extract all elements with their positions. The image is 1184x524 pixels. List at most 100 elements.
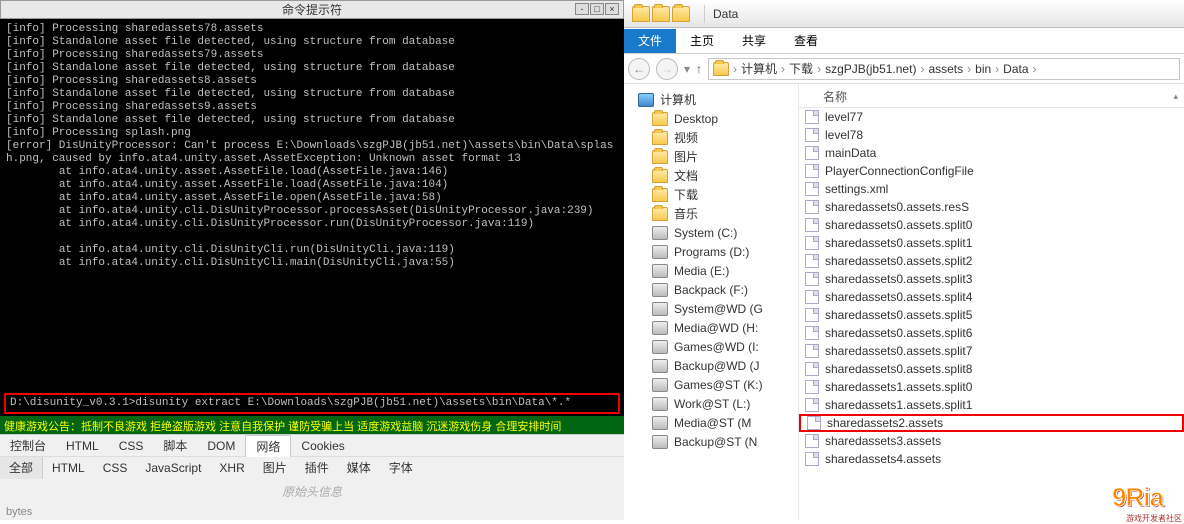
devtools-filter[interactable]: 插件 bbox=[296, 457, 338, 479]
devtools-tab[interactable]: CSS bbox=[109, 435, 154, 457]
sidebar-item[interactable]: 图片 bbox=[624, 147, 798, 166]
file-row[interactable]: sharedassets3.assets bbox=[799, 432, 1184, 450]
ribbon-share[interactable]: 共享 bbox=[728, 29, 780, 53]
file-row[interactable]: sharedassets0.assets.split1 bbox=[799, 234, 1184, 252]
file-icon bbox=[805, 110, 819, 124]
computer-icon bbox=[638, 93, 654, 107]
devtools-tab[interactable]: HTML bbox=[56, 435, 109, 457]
sidebar-item[interactable]: 文档 bbox=[624, 166, 798, 185]
file-row[interactable]: sharedassets0.assets.resS bbox=[799, 198, 1184, 216]
file-row[interactable]: mainData bbox=[799, 144, 1184, 162]
devtools-tab[interactable]: 网络 bbox=[245, 435, 291, 457]
ribbon-home[interactable]: 主页 bbox=[676, 29, 728, 53]
chevron-right-icon: › bbox=[967, 62, 971, 76]
sidebar-item[interactable]: System@WD (G bbox=[624, 299, 798, 318]
file-name: sharedassets0.assets.split3 bbox=[825, 272, 972, 286]
file-name: mainData bbox=[825, 146, 876, 160]
file-row[interactable]: settings.xml bbox=[799, 180, 1184, 198]
folder-icon bbox=[632, 6, 650, 22]
sidebar-item[interactable]: Programs (D:) bbox=[624, 242, 798, 261]
file-row[interactable]: level77 bbox=[799, 108, 1184, 126]
devtools-filter[interactable]: 字体 bbox=[380, 457, 422, 479]
devtools-filter[interactable]: 图片 bbox=[254, 457, 296, 479]
breadcrumb-item[interactable]: szgPJB(jb51.net) bbox=[825, 62, 916, 76]
chevron-right-icon: › bbox=[781, 62, 785, 76]
devtools-filter[interactable]: JavaScript bbox=[136, 457, 210, 479]
sidebar-item-label: Media (E:) bbox=[674, 264, 729, 278]
file-name: sharedassets0.assets.split2 bbox=[825, 254, 972, 268]
watermark-logo: 9Ria 游戏开发者社区 bbox=[1112, 482, 1182, 518]
sidebar-item-computer[interactable]: 计算机 bbox=[624, 90, 798, 109]
disk-icon bbox=[652, 226, 668, 240]
file-name: PlayerConnectionConfigFile bbox=[825, 164, 974, 178]
sidebar-item[interactable]: 下载 bbox=[624, 185, 798, 204]
devtools-tab[interactable]: 控制台 bbox=[0, 435, 56, 457]
breadcrumb-item[interactable]: assets bbox=[928, 62, 963, 76]
sidebar-item[interactable]: Media (E:) bbox=[624, 261, 798, 280]
file-row[interactable]: sharedassets0.assets.split7 bbox=[799, 342, 1184, 360]
file-row[interactable]: sharedassets2.assets bbox=[799, 414, 1184, 432]
file-row[interactable]: sharedassets1.assets.split1 bbox=[799, 396, 1184, 414]
maximize-button[interactable]: □ bbox=[590, 3, 604, 15]
chevron-right-icon: › bbox=[733, 62, 737, 76]
file-row[interactable]: sharedassets0.assets.split3 bbox=[799, 270, 1184, 288]
disk-icon bbox=[652, 435, 668, 449]
explorer-titlebar[interactable]: Data bbox=[624, 0, 1184, 28]
terminal-titlebar[interactable]: 命令提示符 - □ × bbox=[0, 0, 624, 19]
file-row[interactable]: sharedassets0.assets.split0 bbox=[799, 216, 1184, 234]
file-row[interactable]: sharedassets0.assets.split4 bbox=[799, 288, 1184, 306]
file-row[interactable]: sharedassets0.assets.split8 bbox=[799, 360, 1184, 378]
sidebar-item[interactable]: Work@ST (L:) bbox=[624, 394, 798, 413]
devtools-filter[interactable]: CSS bbox=[94, 457, 137, 479]
nav-back-button[interactable]: ← bbox=[628, 58, 650, 80]
ribbon-file[interactable]: 文件 bbox=[624, 29, 676, 53]
file-row[interactable]: sharedassets0.assets.split2 bbox=[799, 252, 1184, 270]
file-row[interactable]: sharedassets0.assets.split5 bbox=[799, 306, 1184, 324]
breadcrumb[interactable]: › 计算机›下载›szgPJB(jb51.net)›assets›bin›Dat… bbox=[708, 58, 1180, 80]
file-list[interactable]: 名称 ▴ level77level78 mainData PlayerConnect… bbox=[799, 84, 1184, 520]
devtools-filter[interactable]: 媒体 bbox=[338, 457, 380, 479]
sidebar-item[interactable]: 视频 bbox=[624, 128, 798, 147]
devtools-tab[interactable]: DOM bbox=[197, 435, 245, 457]
breadcrumb-item[interactable]: 计算机 bbox=[741, 60, 777, 77]
sidebar-item[interactable]: Backup@ST (N bbox=[624, 432, 798, 451]
sidebar-item-label: 计算机 bbox=[660, 91, 696, 108]
nav-up-button[interactable]: ↑ bbox=[696, 62, 702, 76]
disk-icon bbox=[652, 245, 668, 259]
sidebar-item[interactable]: Backpack (F:) bbox=[624, 280, 798, 299]
navigation-pane[interactable]: 计算机Desktop视频图片文档下载音乐System (C:)Programs … bbox=[624, 84, 799, 520]
devtools-tab[interactable]: 脚本 bbox=[153, 435, 197, 457]
chevron-down-icon[interactable]: ▾ bbox=[684, 62, 690, 76]
sidebar-item[interactable]: System (C:) bbox=[624, 223, 798, 242]
sidebar-item[interactable]: Media@WD (H: bbox=[624, 318, 798, 337]
breadcrumb-item[interactable]: 下载 bbox=[789, 60, 813, 77]
close-button[interactable]: × bbox=[605, 3, 619, 15]
nav-forward-button[interactable]: → bbox=[656, 58, 678, 80]
sidebar-item[interactable]: Desktop bbox=[624, 109, 798, 128]
sidebar-item[interactable]: Games@ST (K:) bbox=[624, 375, 798, 394]
file-row[interactable]: sharedassets1.assets.split0 bbox=[799, 378, 1184, 396]
devtools-tab[interactable]: Cookies bbox=[291, 435, 354, 457]
file-row[interactable]: sharedassets4.assets bbox=[799, 450, 1184, 468]
breadcrumb-item[interactable]: Data bbox=[1003, 62, 1028, 76]
file-icon bbox=[805, 218, 819, 232]
breadcrumb-item[interactable]: bin bbox=[975, 62, 991, 76]
file-row[interactable]: sharedassets0.assets.split6 bbox=[799, 324, 1184, 342]
ribbon-view[interactable]: 查看 bbox=[780, 29, 832, 53]
devtools-filter[interactable]: 全部 bbox=[0, 457, 43, 479]
sidebar-item[interactable]: Media@ST (M bbox=[624, 413, 798, 432]
raw-headers-label: 原始头信息 bbox=[0, 479, 624, 504]
minimize-button[interactable]: - bbox=[575, 3, 589, 15]
column-header-name[interactable]: 名称 ▴ bbox=[799, 84, 1184, 108]
sidebar-item[interactable]: Backup@WD (J bbox=[624, 356, 798, 375]
terminal-pane: 命令提示符 - □ × [info] Processing sharedasse… bbox=[0, 0, 624, 520]
file-name: sharedassets3.assets bbox=[825, 434, 941, 448]
folder-icon bbox=[652, 169, 668, 183]
sidebar-item[interactable]: 音乐 bbox=[624, 204, 798, 223]
sidebar-item[interactable]: Games@WD (I: bbox=[624, 337, 798, 356]
terminal-output[interactable]: [info] Processing sharedassets78.assets … bbox=[0, 19, 624, 391]
file-row[interactable]: PlayerConnectionConfigFile bbox=[799, 162, 1184, 180]
devtools-filter[interactable]: HTML bbox=[43, 457, 94, 479]
file-row[interactable]: level78 bbox=[799, 126, 1184, 144]
devtools-filter[interactable]: XHR bbox=[210, 457, 253, 479]
